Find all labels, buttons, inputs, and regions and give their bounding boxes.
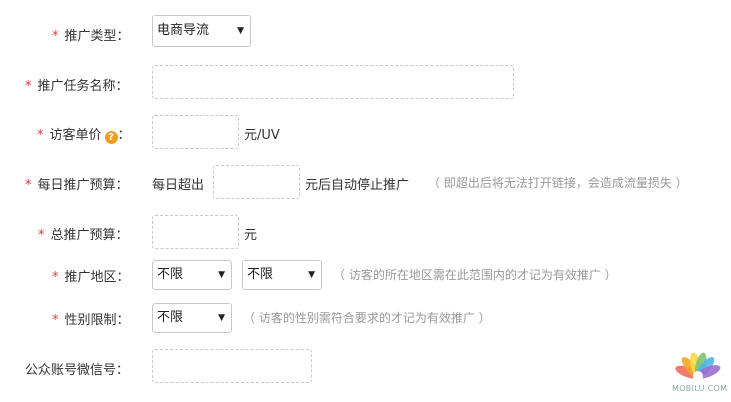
unit-price-input[interactable] [152,115,239,149]
total-budget-input[interactable] [152,215,239,249]
daily-budget-suffix: 元后自动停止推广 [305,178,410,193]
promo-type-label: * 推广类型： [52,29,130,44]
required-mark: * [37,128,44,143]
daily-budget-input[interactable] [213,165,300,199]
daily-budget-prefix: 每日超出 [152,178,205,193]
promo-type-select[interactable]: 电商导流 ▼ [152,15,251,47]
daily-budget-label: * 每日推广预算： [25,178,129,193]
required-mark: * [25,79,32,94]
required-mark: * [52,29,59,44]
gender-select[interactable]: 不限 ▼ [152,303,232,333]
unit-price-unit: 元/UV [244,128,280,143]
task-name-label: * 推广任务名称： [25,79,129,94]
wechat-label: 公众账号微信号： [25,363,130,378]
wechat-input[interactable] [152,349,312,383]
chevron-down-icon: ▼ [237,26,244,36]
region-label: * 推广地区： [52,270,130,285]
task-name-input[interactable] [152,65,514,99]
required-mark: * [25,178,32,193]
gender-hint: （ 访客的性别需符合要求的才记为有效推广 ） [243,311,491,325]
chevron-down-icon: ▼ [218,270,225,280]
chevron-down-icon: ▼ [218,313,225,323]
promo-type-value: 电商导流 [157,23,210,38]
watermark-text: MOBILU.COM [672,384,728,393]
required-mark: * [38,228,45,243]
region-select-2-value: 不限 [247,267,274,282]
gender-label: * 性别限制： [52,313,130,328]
region-select-2[interactable]: 不限 ▼ [242,260,322,290]
required-mark: * [52,313,59,328]
help-icon[interactable]: ? [104,131,118,144]
gender-select-value: 不限 [157,310,184,325]
region-select-1[interactable]: 不限 ▼ [152,260,232,290]
chevron-down-icon: ▼ [308,270,315,280]
region-select-1-value: 不限 [157,267,184,282]
region-hint: （ 访客的所在地区需在此范围内的才记为有效推广 ） [333,268,617,282]
required-mark: * [52,270,59,285]
total-budget-unit: 元 [244,228,258,243]
total-budget-label: * 总推广预算： [38,228,129,243]
unit-price-label: * 访客单价?： [37,128,131,144]
daily-budget-hint: （ 即超出后将无法打开链接，会造成流量损失 ） [428,176,688,190]
